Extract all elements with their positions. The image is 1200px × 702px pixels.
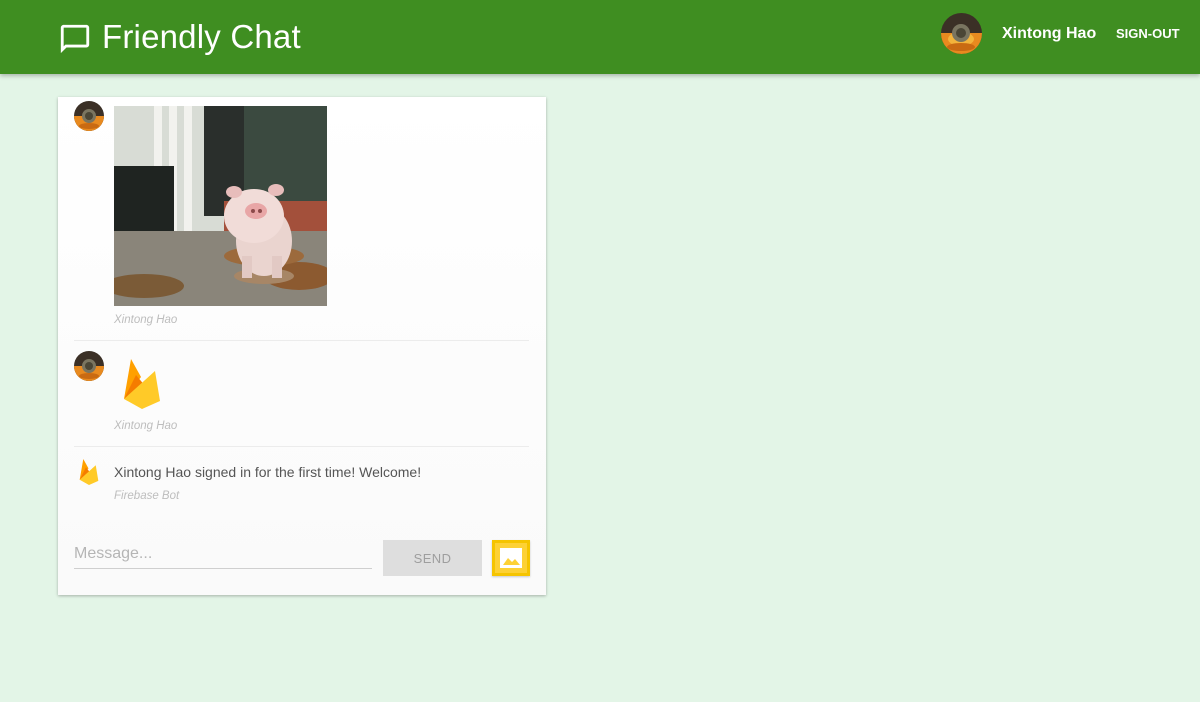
firebase-flame-icon [79,459,99,485]
messages-card: Xintong Hao Xintong Hao Xintong Hao sign… [58,97,546,595]
upload-image-button[interactable] [492,540,530,576]
message-author: Firebase Bot [114,490,180,502]
chat-bubble-icon [60,24,90,54]
sign-out-button[interactable]: SIGN-OUT [1116,26,1180,42]
message-text: Xintong Hao signed in for the first time… [114,464,422,480]
pig-photo[interactable] [114,106,327,306]
send-button[interactable]: SEND [383,540,482,576]
message-input[interactable] [74,540,372,569]
user-avatar [941,13,982,54]
message-author: Xintong Hao [114,314,178,326]
user-name: Xintong Hao [1002,25,1097,42]
user-avatar [74,101,104,131]
message-divider [74,446,529,447]
message-author: Xintong Hao [114,420,178,432]
firebase-flame-icon[interactable] [122,357,162,411]
message-divider [74,340,529,341]
user-avatar [74,351,104,381]
app-title: Friendly Chat [102,18,301,55]
image-icon [500,548,522,568]
app-header: Friendly Chat Xintong Hao SIGN-OUT [0,0,1200,74]
